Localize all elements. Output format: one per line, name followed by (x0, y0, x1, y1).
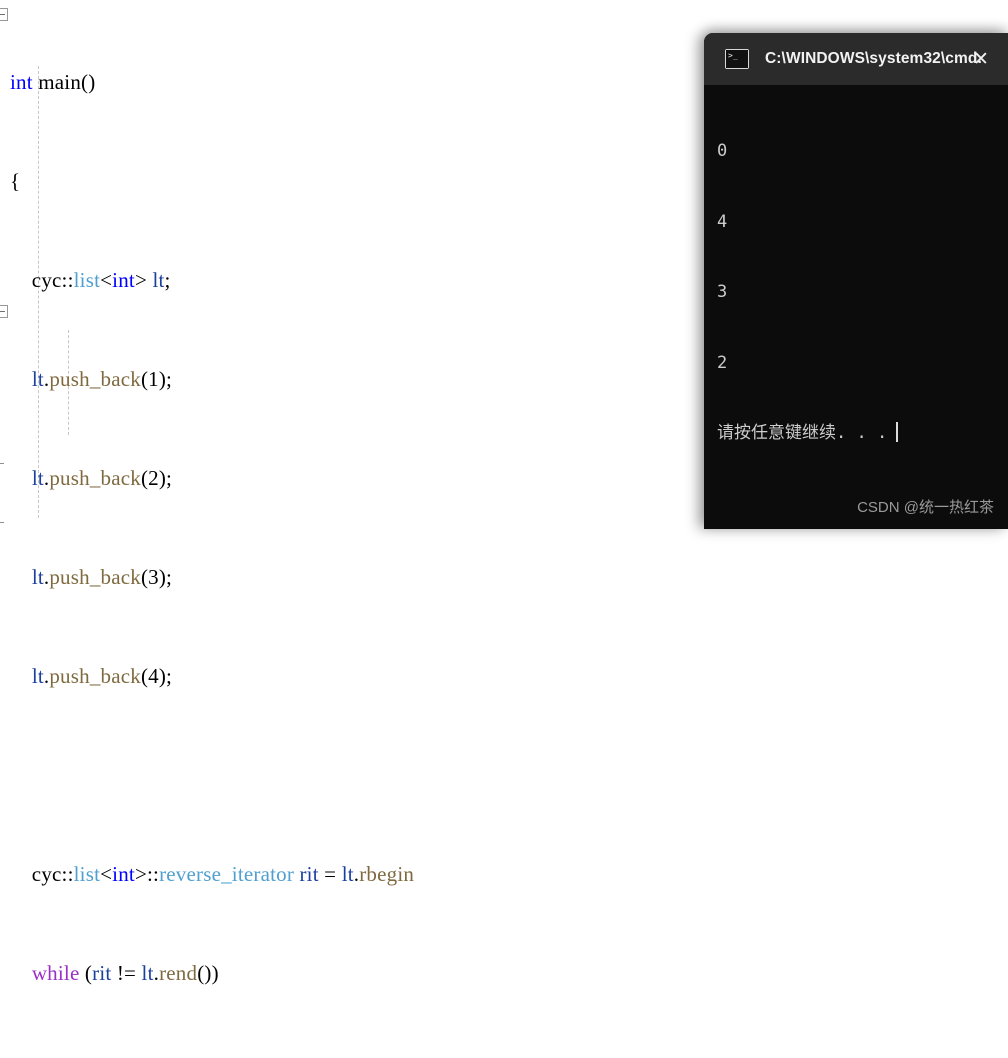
console-output-line: 0 (717, 141, 728, 161)
code-token: < (100, 862, 113, 886)
console-cursor (896, 422, 899, 442)
console-output-line: 3 (717, 282, 728, 302)
code-token: reverse_iterator (159, 862, 295, 886)
code-token: (3); (140, 565, 173, 589)
code-line: while (rit != lt.rend()) (0, 957, 1008, 990)
code-token: int (112, 862, 135, 886)
code-line: cyc::list<int>::reverse_iterator rit = l… (0, 858, 1008, 891)
code-token: lt (31, 466, 44, 490)
terminal-icon (725, 49, 749, 69)
code-token: while (31, 961, 80, 985)
code-token: ()) (197, 961, 219, 985)
code-token: ( (79, 961, 93, 985)
code-token: rbegin (359, 862, 415, 886)
code-token: lt (152, 268, 165, 292)
code-token: main() (32, 70, 96, 94)
code-token: push_back (49, 367, 141, 391)
code-token: lt (31, 367, 44, 391)
code-token: lt (31, 565, 44, 589)
code-token: int (112, 268, 135, 292)
code-token: rend (159, 961, 198, 985)
code-token: push_back (49, 664, 141, 688)
code-token: list (73, 268, 101, 292)
code-token: = (318, 862, 342, 886)
code-token: push_back (49, 466, 141, 490)
console-prompt-text: 请按任意键继续. . . (717, 423, 888, 443)
close-icon[interactable]: ✕ (964, 44, 998, 74)
code-token: lt (31, 664, 44, 688)
code-token: cyc:: (10, 862, 74, 886)
code-token: > (134, 268, 153, 292)
console-output-line: 4 (717, 211, 728, 232)
code-line: lt.push_back(3); (0, 561, 1008, 594)
code-token: (2); (140, 466, 173, 490)
code-token: lt (141, 961, 154, 985)
code-token: (1); (140, 367, 173, 391)
code-token: rit (92, 961, 112, 985)
code-token: != (111, 961, 142, 985)
code-token: lt (341, 862, 354, 886)
code-token: < (100, 268, 113, 292)
console-titlebar[interactable]: C:\WINDOWS\system32\cmd. ✕ (704, 33, 1008, 85)
watermark: CSDN @统一热红茶 (857, 499, 994, 516)
code-token: push_back (49, 565, 141, 589)
code-token: ; (164, 268, 171, 292)
console-window[interactable]: C:\WINDOWS\system32\cmd. ✕ 0 4 3 2 请按任意键… (704, 33, 1008, 529)
code-line: { (0, 1056, 1008, 1058)
code-line: lt.push_back(4); (0, 660, 1008, 693)
code-token: >:: (134, 862, 160, 886)
code-token: (4); (140, 664, 173, 688)
code-token: { (10, 169, 21, 193)
console-output-line: 2 (717, 352, 728, 373)
code-token: list (73, 862, 101, 886)
code-token: int (10, 70, 33, 94)
console-output[interactable]: 0 4 3 2 请按任意键继续. . . (704, 85, 1008, 493)
console-prompt-line: 请按任意键继续. . . (717, 422, 1008, 446)
console-title: C:\WINDOWS\system32\cmd. (765, 50, 982, 67)
code-token: cyc:: (10, 268, 74, 292)
code-token: rit (299, 862, 319, 886)
